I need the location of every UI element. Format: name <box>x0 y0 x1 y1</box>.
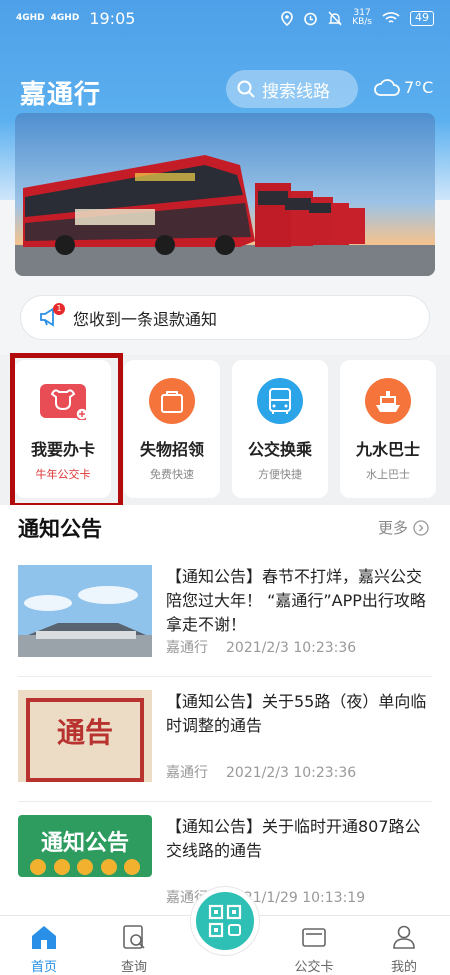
search-icon <box>237 80 255 98</box>
news-thumbnail <box>18 565 152 657</box>
megaphone-icon: 1 <box>39 302 65 329</box>
card-water-bus[interactable]: 九水巴士 水上巴士 <box>340 360 436 498</box>
card-bus-transfer[interactable]: 公交换乘 方便快捷 <box>232 360 328 498</box>
temperature: 7°C <box>404 78 434 97</box>
bag-icon <box>149 378 195 424</box>
card-title: 公交换乘 <box>247 440 312 459</box>
news-item[interactable]: 【通知公告】春节不打烊，嘉兴公交陪您过大年！ “嘉通行”APP出行攻略拿走不谢！… <box>18 565 432 677</box>
search-label: 搜索线路 <box>262 81 330 102</box>
home-icon <box>32 926 56 949</box>
notice-badge: 1 <box>53 302 65 315</box>
card-subtitle: 水上巴士 <box>366 468 410 481</box>
news-thumbnail: 通知公告 <box>18 815 152 907</box>
tab-home[interactable]: 首页 <box>14 924 74 975</box>
banner-carousel[interactable] <box>15 113 435 276</box>
thumb-text: 通知公告 <box>40 831 129 856</box>
news-title: 【通知公告】关于55路（夜）单向临时调整的通告 <box>166 692 427 735</box>
status-time: 19:05 <box>89 8 136 28</box>
scan-qr-button[interactable] <box>191 887 259 955</box>
highlight-box <box>10 353 123 508</box>
qr-bus-icon <box>208 904 242 938</box>
tab-mine[interactable]: 我的 <box>374 924 434 975</box>
more-link[interactable]: 更多 <box>378 517 429 538</box>
search-route-button[interactable]: 搜索线路 <box>226 70 358 108</box>
card-lost-found[interactable]: 失物招领 免费快速 <box>124 360 220 498</box>
ship-icon <box>365 378 411 424</box>
card-subtitle: 免费快速 <box>150 468 194 481</box>
notice-text: 您收到一条退款通知 <box>73 309 218 329</box>
refund-notice[interactable]: 1 您收到一条退款通知 <box>20 295 430 340</box>
location-icon <box>281 10 293 26</box>
network-speed: 317 KB/s <box>352 8 372 27</box>
query-icon <box>123 925 145 949</box>
news-meta: 嘉通行 2021/2/3 10:23:36 <box>166 765 357 781</box>
weather-widget[interactable]: 7°C <box>374 78 433 97</box>
thumb-text: 通告 <box>56 716 113 749</box>
news-title: 【通知公告】关于临时开通807路公交线路的通告 <box>166 817 421 860</box>
news-title: 【通知公告】春节不打烊，嘉兴公交陪您过大年！ “嘉通行”APP出行攻略拿走不谢！ <box>166 567 426 634</box>
signal-indicator-1: 4GHD <box>16 12 45 23</box>
section-title: 通知公告 <box>18 517 102 541</box>
wifi-icon <box>382 12 400 23</box>
battery-indicator: 49 <box>410 10 434 26</box>
news-item[interactable]: 通告 【通知公告】关于55路（夜）单向临时调整的通告 嘉通行 2021/2/3 1… <box>18 690 432 802</box>
status-bar: 4GHD 4GHD 19:05 317 KB/s 49 <box>0 0 450 36</box>
user-icon <box>393 925 415 949</box>
app-title: 嘉通行 <box>20 80 102 110</box>
news-thumbnail: 通告 <box>18 690 152 782</box>
alarm-icon <box>304 12 317 25</box>
cloud-icon <box>374 78 400 96</box>
announcements-section: 通知公告 更多 【通知公告】春节不打烊，嘉兴公交陪您过大年！ “嘉通行”APP出… <box>0 505 450 915</box>
card-subtitle: 方便快捷 <box>258 468 302 481</box>
tab-query[interactable]: 查询 <box>104 924 164 975</box>
bus-banner-image <box>15 113 435 276</box>
signal-indicator-2: 4GHD <box>50 12 80 23</box>
wallet-icon <box>302 928 326 947</box>
bus-icon <box>257 378 303 424</box>
card-title: 九水巴士 <box>355 440 420 459</box>
chevron-right-icon <box>413 519 429 536</box>
card-title: 失物招领 <box>139 440 204 459</box>
tab-bus-card[interactable]: 公交卡 <box>284 924 344 975</box>
news-meta: 嘉通行 2021/2/3 10:23:36 <box>166 640 357 656</box>
mute-icon <box>328 11 342 25</box>
app-header: 嘉通行 搜索线路 7°C <box>0 70 450 114</box>
